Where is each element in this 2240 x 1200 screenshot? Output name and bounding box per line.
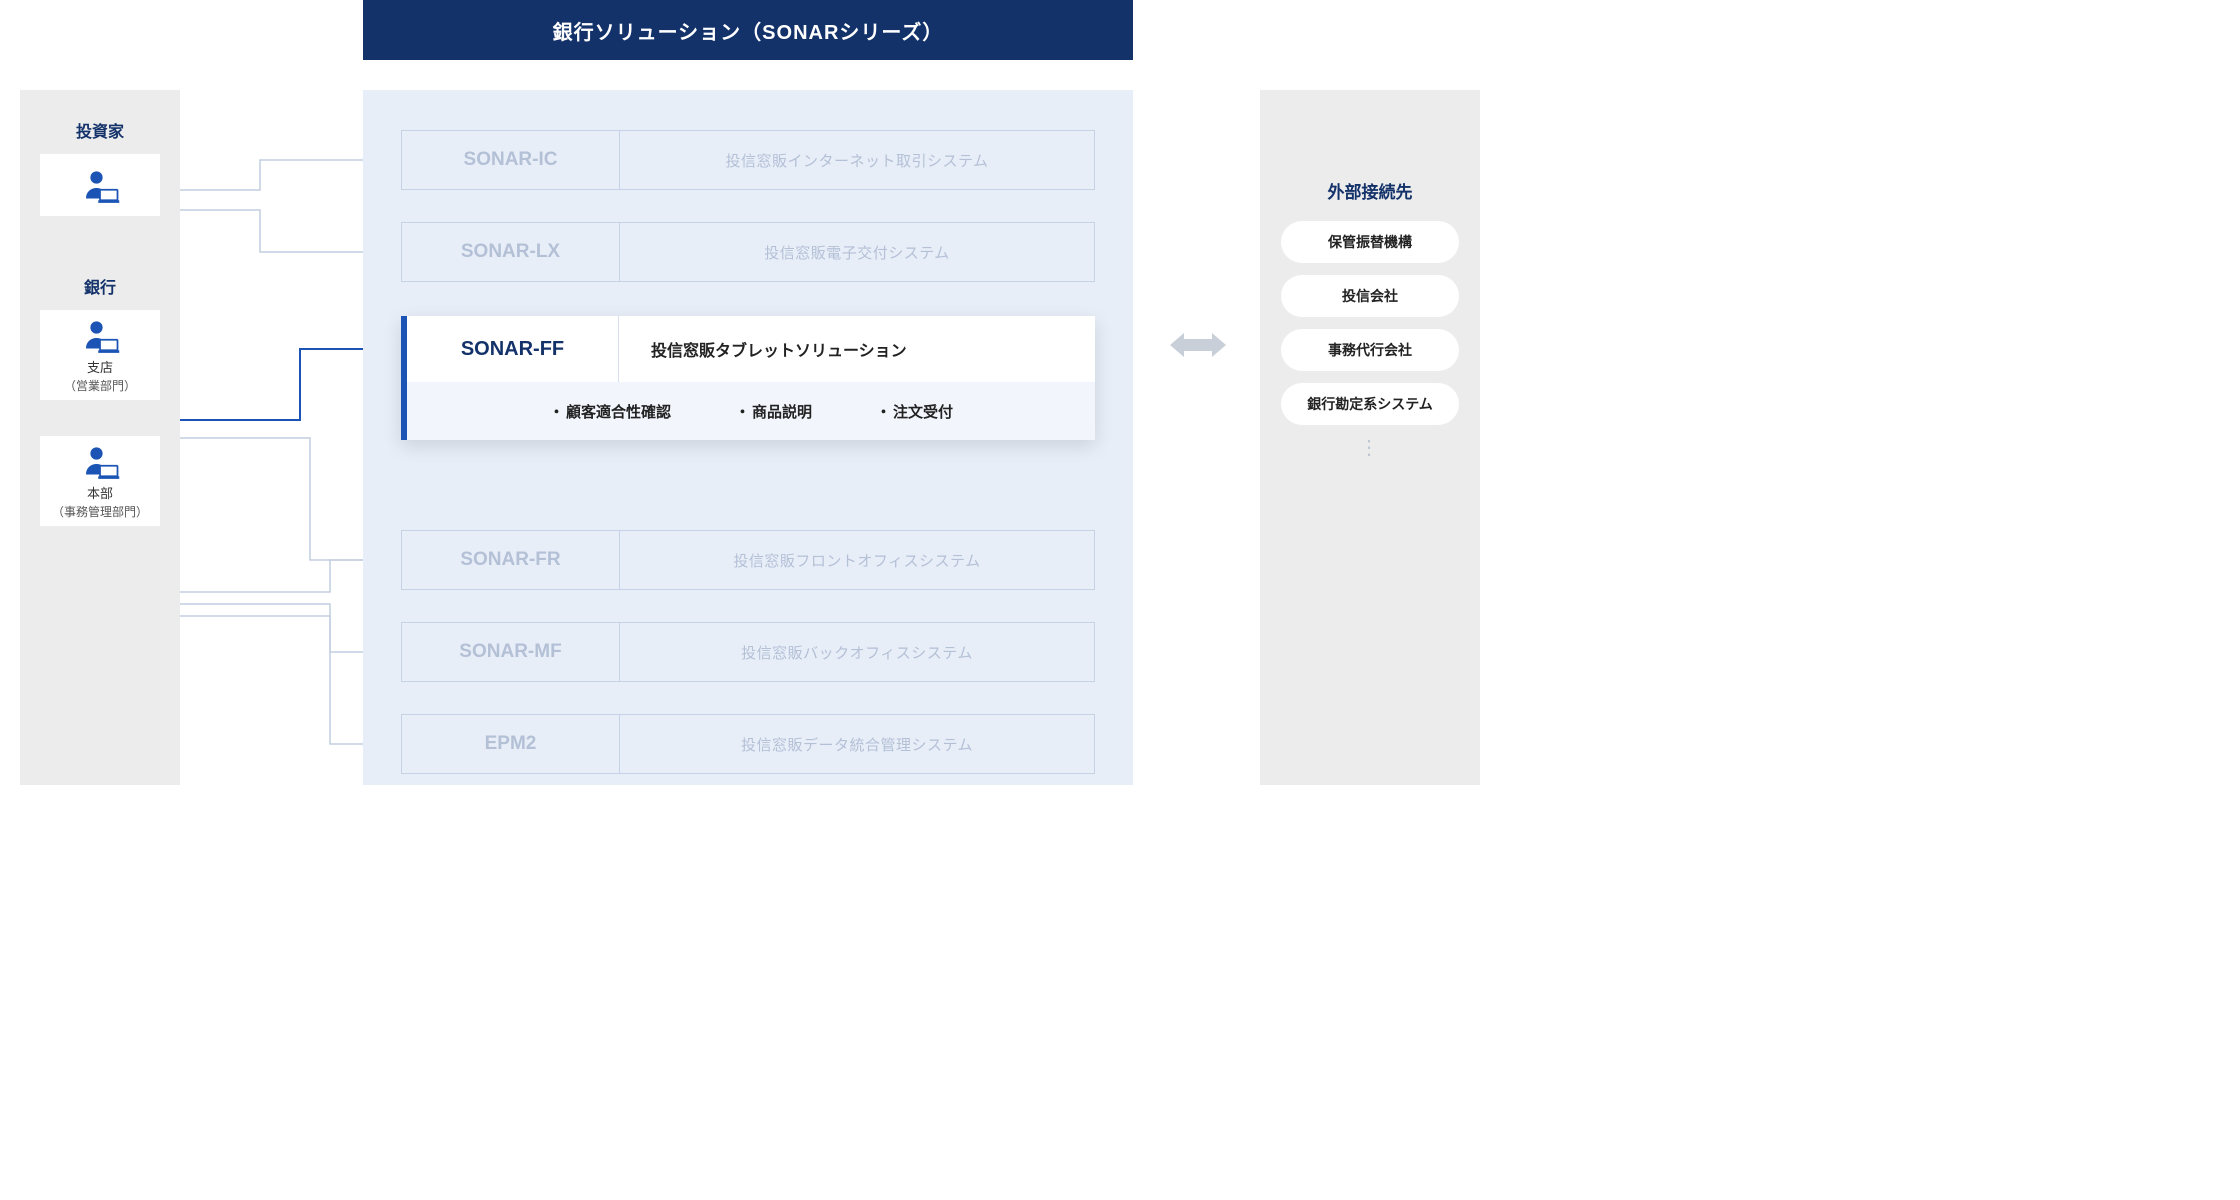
- hq-sublabel: （事務管理部門）: [52, 503, 148, 520]
- product-ff-features: 顧客適合性確認 商品説明 注文受付: [407, 382, 1095, 440]
- branch-label: 支店: [87, 360, 113, 377]
- hq-label: 本部: [87, 486, 113, 503]
- ff-feature: 商品説明: [735, 401, 812, 422]
- ff-feature: 顧客適合性確認: [549, 401, 671, 422]
- product-desc: 投信窓販データ統合管理システム: [620, 715, 1094, 773]
- external-pill-label: 銀行勘定系システム: [1307, 394, 1433, 414]
- bidirectional-arrow-icon: [1170, 325, 1226, 365]
- external-pill-label: 投信会社: [1342, 286, 1398, 306]
- product-code: SONAR-MF: [402, 623, 620, 681]
- external-pill: 保管振替機構: [1281, 221, 1459, 263]
- branch-card: 支店 （営業部門）: [40, 310, 160, 400]
- person-laptop-icon: [79, 168, 121, 208]
- product-row-fr: SONAR-FR 投信窓販フロントオフィスシステム: [401, 530, 1095, 590]
- product-row-lx: SONAR-LX 投信窓販電子交付システム: [401, 222, 1095, 282]
- product-desc: 投信窓販インターネット取引システム: [620, 131, 1094, 189]
- investor-card: [40, 154, 160, 216]
- product-desc: 投信窓販フロントオフィスシステム: [620, 531, 1094, 589]
- external-title: 外部接続先: [1328, 178, 1413, 203]
- product-desc: 投信窓販タブレットソリューション: [619, 316, 1095, 382]
- product-row-mf: SONAR-MF 投信窓販バックオフィスシステム: [401, 622, 1095, 682]
- external-pill-label: 保管振替機構: [1328, 232, 1412, 252]
- product-code: SONAR-LX: [402, 223, 620, 281]
- product-code: SONAR-IC: [402, 131, 620, 189]
- person-laptop-icon: [79, 444, 121, 484]
- left-actors-panel: 投資家 銀行 支店 （営業部門）: [20, 90, 180, 785]
- external-pill: 投信会社: [1281, 275, 1459, 317]
- products-panel: SONAR-IC 投信窓販インターネット取引システム SONAR-LX 投信窓販…: [363, 90, 1133, 785]
- product-code: SONAR-FR: [402, 531, 620, 589]
- product-row-ff-highlight: SONAR-FF 投信窓販タブレットソリューション 顧客適合性確認 商品説明 注…: [401, 316, 1095, 440]
- product-code: EPM2: [402, 715, 620, 773]
- product-desc: 投信窓販バックオフィスシステム: [620, 623, 1094, 681]
- external-pill: 銀行勘定系システム: [1281, 383, 1459, 425]
- external-pill: 事務代行会社: [1281, 329, 1459, 371]
- product-desc: 投信窓販電子交付システム: [620, 223, 1094, 281]
- person-laptop-icon: [79, 318, 121, 358]
- branch-sublabel: （営業部門）: [64, 377, 136, 394]
- external-pill-label: 事務代行会社: [1328, 340, 1412, 360]
- product-code: SONAR-FF: [407, 316, 619, 382]
- hq-card: 本部 （事務管理部門）: [40, 436, 160, 526]
- solution-header-title: 銀行ソリューション（SONARシリーズ）: [553, 16, 944, 45]
- solution-header: 銀行ソリューション（SONARシリーズ）: [363, 0, 1133, 60]
- bank-title: 銀行: [20, 274, 180, 298]
- product-row-epm: EPM2 投信窓販データ統合管理システム: [401, 714, 1095, 774]
- product-row-ic: SONAR-IC 投信窓販インターネット取引システム: [401, 130, 1095, 190]
- external-connections-panel: 外部接続先 保管振替機構 投信会社 事務代行会社 銀行勘定系システム ⋮: [1260, 90, 1480, 785]
- ellipsis-vertical-icon: ⋮: [1359, 435, 1381, 460]
- ff-feature: 注文受付: [876, 401, 953, 422]
- investor-title: 投資家: [20, 118, 180, 142]
